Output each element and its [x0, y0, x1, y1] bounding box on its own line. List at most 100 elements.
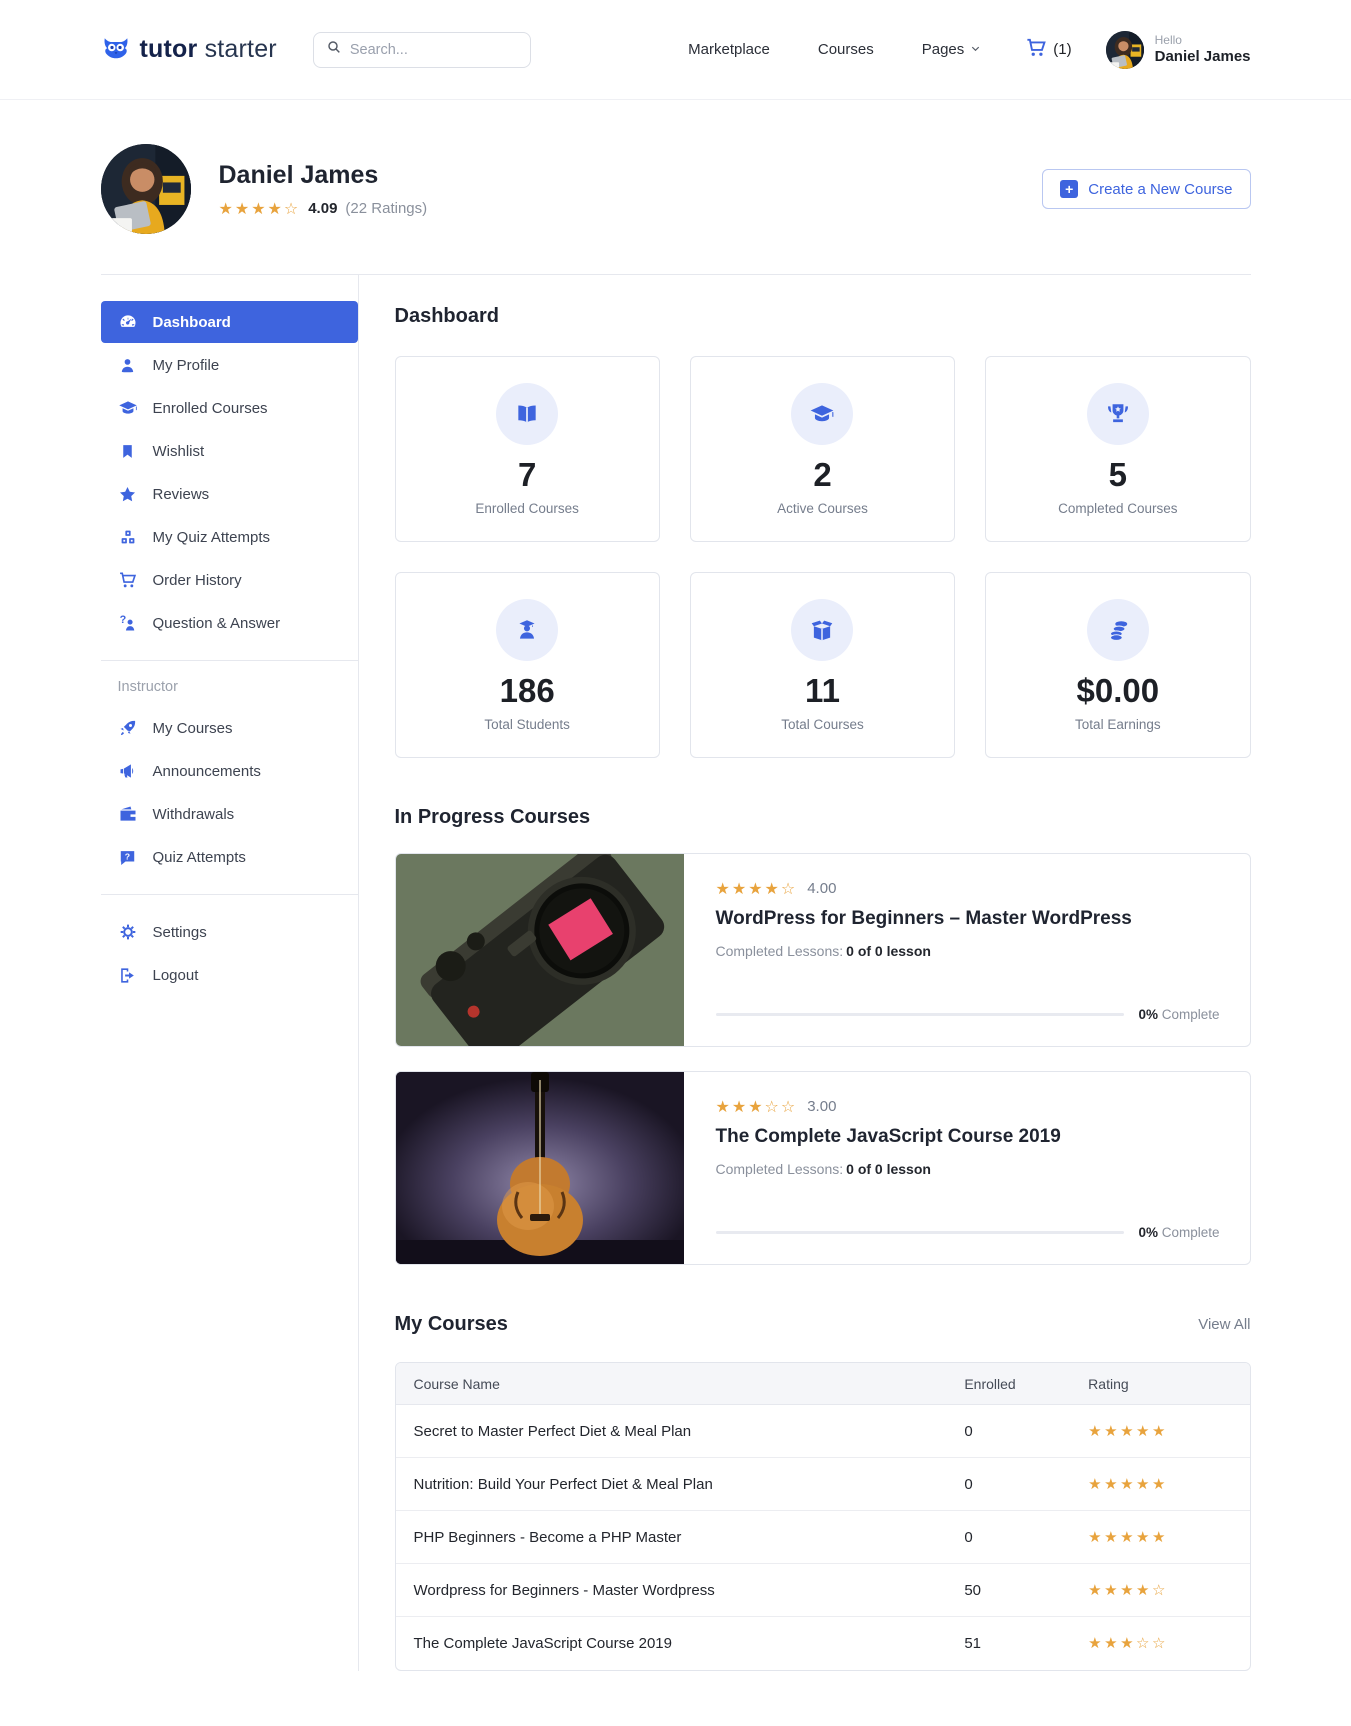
dashboard-main: Dashboard 7 Enrolled Courses 2 Active Co…: [359, 275, 1251, 1671]
sidebar-item-label: Withdrawals: [152, 805, 235, 823]
box-icon: [791, 598, 854, 661]
user-name: Daniel James: [1154, 47, 1251, 65]
sidebar-item-dashboard[interactable]: Dashboard: [100, 301, 358, 343]
stat-value: 11: [805, 671, 840, 709]
svg-text:?: ?: [125, 851, 130, 861]
table-header-row: Course Name Enrolled Rating: [395, 1363, 1250, 1405]
search-box[interactable]: [312, 31, 531, 68]
stat-label: Enrolled Courses: [475, 500, 579, 516]
megaphone-icon: [118, 761, 138, 781]
nav-link-marketplace[interactable]: Marketplace: [688, 41, 770, 58]
enrolled-cell: 0: [946, 1511, 1071, 1564]
course-name-cell[interactable]: Wordpress for Beginners - Master Wordpre…: [395, 1564, 947, 1617]
sidebar-item-logout[interactable]: Logout: [101, 954, 358, 996]
stat-card-total-courses: 11 Total Courses: [689, 572, 956, 758]
blocks-icon: [118, 527, 138, 547]
table-row: Nutrition: Build Your Perfect Diet & Mea…: [395, 1458, 1250, 1511]
course-title[interactable]: WordPress for Beginners – Master WordPre…: [716, 908, 1220, 930]
rating-stars: ★★★☆☆: [1088, 1634, 1168, 1652]
quiz-bubble-icon: ?: [118, 847, 138, 867]
course-name-cell[interactable]: The Complete JavaScript Course 2019: [396, 1617, 947, 1670]
sidebar-item-announcements[interactable]: Announcements: [101, 750, 358, 792]
course-star-rating: ★★★★☆: [715, 878, 798, 898]
course-name-cell[interactable]: PHP Beginners - Become a PHP Master: [395, 1511, 947, 1564]
create-course-button[interactable]: + Create a New Course: [1042, 169, 1251, 209]
sidebar-item-label: Wishlist: [152, 442, 205, 460]
in-progress-course-card: ★★★★☆ 4.00 WordPress for Beginners – Mas…: [394, 853, 1251, 1047]
table-row: The Complete JavaScript Course 2019 51 ★…: [396, 1617, 1250, 1670]
brand-logo[interactable]: tutor starter: [101, 32, 277, 67]
my-courses-title: My Courses: [394, 1313, 508, 1335]
course-lessons: Completed Lessons: 0 of 0 lesson: [715, 943, 931, 959]
profile-rating-count: (22 Ratings): [345, 200, 428, 217]
nav-link-courses[interactable]: Courses: [818, 41, 874, 58]
sidebar-item-label: Enrolled Courses: [152, 399, 268, 417]
sidebar-section-label: Instructor: [117, 679, 178, 695]
open-book-icon: [496, 382, 559, 445]
profile-rating-value: 4.09: [308, 200, 338, 217]
sidebar-item-label: Settings: [152, 923, 207, 941]
student-icon: [496, 598, 559, 661]
sidebar-item-settings[interactable]: Settings: [101, 911, 358, 953]
stat-card-completed-courses: 5 Completed Courses: [985, 356, 1251, 542]
wallet-icon: [118, 804, 138, 824]
search-input[interactable]: [349, 41, 518, 58]
course-rating-value: 3.00: [807, 1098, 837, 1115]
view-all-link[interactable]: View All: [1198, 1316, 1250, 1333]
course-thumbnail-camera[interactable]: [395, 854, 684, 1046]
table-row: Wordpress for Beginners - Master Wordpre…: [395, 1564, 1250, 1617]
sidebar-item-label: My Courses: [152, 719, 233, 737]
stats-grid: 7 Enrolled Courses 2 Active Courses 5 Co…: [394, 356, 1251, 758]
course-title[interactable]: The Complete JavaScript Course 2019: [716, 1126, 1220, 1148]
plus-square-icon: +: [1060, 180, 1079, 198]
sidebar-item-label: Reviews: [152, 485, 210, 503]
user-menu[interactable]: Hello Daniel James: [1105, 30, 1251, 69]
enrolled-cell: 0: [946, 1405, 1071, 1458]
stat-value: 2: [813, 455, 832, 493]
sidebar-item-reviews[interactable]: Reviews: [101, 473, 358, 515]
nav-link-pages[interactable]: Pages: [922, 41, 982, 58]
sidebar-item-label: Announcements: [152, 762, 261, 780]
dashboard-icon: [118, 312, 138, 332]
column-header-course-name: Course Name: [395, 1363, 947, 1405]
graduation-cap-icon: [791, 382, 854, 445]
enrolled-cell: 0: [946, 1458, 1071, 1511]
profile-header: Daniel James ★★★★☆ 4.09 (22 Ratings) + C…: [100, 100, 1251, 234]
sidebar-item-my-profile[interactable]: My Profile: [101, 344, 358, 386]
sidebar-item-label: My Quiz Attempts: [152, 528, 271, 546]
sidebar-item-wishlist[interactable]: Wishlist: [101, 430, 358, 472]
stat-value: $0.00: [1076, 671, 1160, 709]
stat-label: Total Students: [484, 716, 570, 732]
cart-icon: [118, 570, 138, 590]
search-icon: [326, 39, 342, 60]
sidebar-item-my-quiz-attempts[interactable]: My Quiz Attempts: [101, 516, 358, 558]
gear-icon: [118, 922, 138, 942]
course-rating-value: 4.00: [807, 880, 837, 897]
course-thumbnail-guitar[interactable]: [395, 1072, 684, 1264]
course-star-rating: ★★★☆☆: [715, 1096, 798, 1116]
stat-card-total-earnings: $0.00 Total Earnings: [985, 572, 1251, 758]
stat-card-enrolled-courses: 7 Enrolled Courses: [394, 356, 660, 542]
sidebar-item-enrolled-courses[interactable]: Enrolled Courses: [101, 387, 358, 429]
chevron-down-icon: [970, 41, 981, 58]
sidebar-item-order-history[interactable]: Order History: [101, 559, 358, 601]
stat-value: 7: [517, 455, 537, 493]
sidebar-item-quiz-attempts[interactable]: ? Quiz Attempts: [101, 836, 358, 878]
sidebar-item-label: Quiz Attempts: [152, 848, 246, 866]
sidebar-item-question-answer[interactable]: ? Question & Answer: [101, 602, 358, 644]
enrolled-cell: 51: [964, 1635, 982, 1652]
coins-icon: [1086, 598, 1149, 661]
question-person-icon: ?: [118, 613, 138, 633]
sidebar-item-label: Question & Answer: [152, 614, 281, 632]
graduation-cap-icon: [118, 398, 138, 418]
rating-stars: ★★★★☆: [1088, 1580, 1168, 1599]
profile-star-rating: ★★★★☆: [218, 198, 301, 218]
dashboard-sidebar: Dashboard My Profile Enrolled Courses Wi…: [100, 275, 359, 1671]
in-progress-title: In Progress Courses: [394, 806, 591, 828]
course-name-cell[interactable]: Secret to Master Perfect Diet & Meal Pla…: [395, 1405, 947, 1458]
course-name-cell[interactable]: Nutrition: Build Your Perfect Diet & Mea…: [395, 1458, 947, 1511]
cart-button[interactable]: (1): [1025, 36, 1072, 63]
sidebar-item-my-courses[interactable]: My Courses: [101, 707, 358, 749]
nav-links: Marketplace Courses Pages: [688, 41, 981, 58]
sidebar-item-withdrawals[interactable]: Withdrawals: [101, 793, 358, 835]
